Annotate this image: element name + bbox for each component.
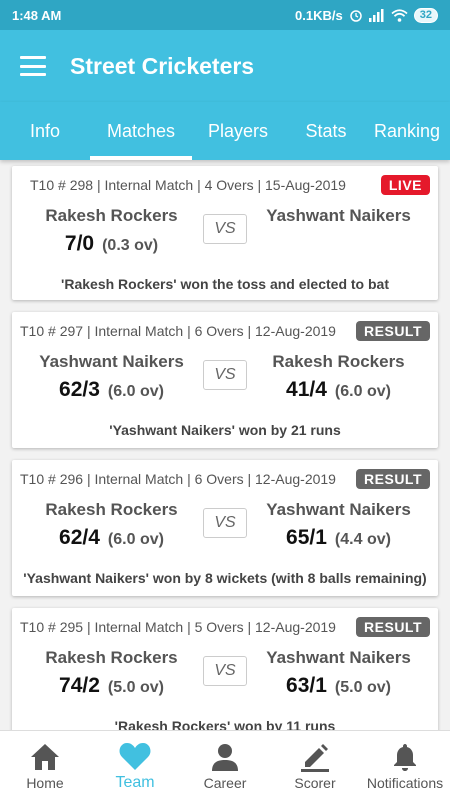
bottom-navigation: Home Team Career Scorer Notifications — [0, 730, 450, 800]
team-1-overs: (0.3 ov) — [102, 237, 159, 254]
team-1-score: 7/0 — [64, 232, 95, 255]
match-summary: 'Yashwant Naikers' won by 8 wickets (wit… — [23, 570, 427, 586]
match-summary: 'Rakesh Rockers' won by 11 runs — [114, 718, 336, 730]
nav-home-label: Home — [26, 774, 64, 791]
status-bar: 1:48 AM 0.1KB/s 32 — [0, 0, 450, 30]
status-time: 1:48 AM — [12, 7, 62, 23]
tab-matches[interactable]: Matches — [90, 102, 192, 160]
team-2-overs: (6.0 ov) — [334, 383, 391, 400]
tab-ranking[interactable]: Ranking — [368, 102, 450, 160]
team-2-score: 41/4 — [286, 378, 327, 401]
team-1-name: Rakesh Rockers — [45, 500, 178, 519]
pen-icon — [298, 741, 332, 773]
tab-stats[interactable]: Stats — [284, 102, 368, 160]
team-2-name: Rakesh Rockers — [272, 352, 405, 371]
result-badge: RESULT — [356, 469, 430, 489]
team-2-name: Yashwant Naikers — [266, 648, 411, 667]
team-1: Rakesh Rockers 62/4 (6.0 ov) — [20, 500, 203, 550]
nav-scorer-label: Scorer — [294, 774, 336, 791]
match-card[interactable]: T10 # 297 | Internal Match | 6 Overs | 1… — [12, 312, 438, 448]
team-1-name: Yashwant Naikers — [39, 352, 184, 371]
team-2-overs: (5.0 ov) — [334, 679, 391, 696]
tab-players[interactable]: Players — [192, 102, 284, 160]
alarm-icon — [350, 10, 362, 22]
team-2: Yashwant Naikers 65/1 (4.4 ov) — [247, 500, 430, 550]
team-2: Yashwant Naikers 63/1 (5.0 ov) — [247, 648, 430, 698]
signal-icon — [368, 8, 384, 22]
team-1-score: 74/2 — [59, 674, 100, 697]
app-title: Street Cricketers — [70, 52, 255, 79]
team-1-overs: (5.0 ov) — [107, 679, 164, 696]
tab-bar: Info Matches Players Stats Ranking — [0, 102, 450, 160]
network-speed: 0.1KB/s — [295, 7, 343, 23]
nav-notifications-label: Notifications — [366, 774, 444, 791]
match-meta: T10 # 297 | Internal Match | 6 Overs | 1… — [20, 323, 336, 339]
team-1-name: Rakesh Rockers — [45, 648, 178, 667]
team-1: Yashwant Naikers 62/3 (6.0 ov) — [20, 352, 203, 402]
team-1-name: Rakesh Rockers — [45, 206, 178, 225]
match-meta: T10 # 296 | Internal Match | 6 Overs | 1… — [20, 471, 336, 487]
match-card[interactable]: T10 # 295 | Internal Match | 5 Overs | 1… — [12, 608, 438, 730]
nav-team-label: Team — [115, 773, 155, 791]
vs-label: VS — [203, 656, 247, 686]
team-1-overs: (6.0 ov) — [107, 383, 164, 400]
match-list: T10 # 298 | Internal Match | 4 Overs | 1… — [0, 160, 450, 730]
match-meta: T10 # 295 | Internal Match | 5 Overs | 1… — [20, 619, 336, 635]
team-2-score: 65/1 — [286, 526, 327, 549]
team-2: Yashwant Naikers — [247, 206, 430, 226]
menu-icon[interactable] — [20, 56, 46, 76]
nav-scorer[interactable]: Scorer — [270, 731, 360, 800]
person-icon — [208, 741, 242, 773]
match-card[interactable]: T10 # 296 | Internal Match | 6 Overs | 1… — [12, 460, 438, 596]
team-1-overs: (6.0 ov) — [107, 531, 164, 548]
team-1: Rakesh Rockers 74/2 (5.0 ov) — [20, 648, 203, 698]
match-summary: 'Yashwant Naikers' won by 21 runs — [109, 422, 341, 438]
vs-label: VS — [203, 508, 247, 538]
heart-icon — [118, 740, 152, 772]
nav-notifications[interactable]: Notifications — [360, 731, 450, 800]
bell-icon — [388, 741, 422, 773]
battery-indicator: 32 — [413, 7, 438, 23]
status-icons: 0.1KB/s 32 — [295, 7, 438, 23]
match-card[interactable]: T10 # 298 | Internal Match | 4 Overs | 1… — [12, 166, 438, 300]
wifi-icon — [391, 8, 408, 22]
match-summary: 'Rakesh Rockers' won the toss and electe… — [61, 276, 389, 292]
vs-label: VS — [203, 360, 247, 390]
team-2-name: Yashwant Naikers — [266, 500, 411, 519]
app-bar: Street Cricketers — [0, 30, 450, 102]
team-2-score: 63/1 — [286, 674, 327, 697]
nav-career-label: Career — [203, 774, 247, 791]
tab-info[interactable]: Info — [0, 102, 90, 160]
team-2-name: Yashwant Naikers — [266, 206, 411, 225]
result-badge: RESULT — [356, 617, 430, 637]
nav-career[interactable]: Career — [180, 731, 270, 800]
team-1-score: 62/3 — [59, 378, 100, 401]
team-2: Rakesh Rockers 41/4 (6.0 ov) — [247, 352, 430, 402]
nav-team[interactable]: Team — [90, 731, 180, 800]
vs-label: VS — [203, 214, 247, 244]
team-1: Rakesh Rockers 7/0 (0.3 ov) — [20, 206, 203, 256]
result-badge: RESULT — [356, 321, 430, 341]
home-icon — [28, 741, 62, 773]
team-1-score: 62/4 — [59, 526, 100, 549]
match-meta: T10 # 298 | Internal Match | 4 Overs | 1… — [30, 177, 346, 193]
live-badge: LIVE — [380, 175, 430, 195]
nav-home[interactable]: Home — [0, 731, 90, 800]
team-2-overs: (4.4 ov) — [334, 531, 391, 548]
